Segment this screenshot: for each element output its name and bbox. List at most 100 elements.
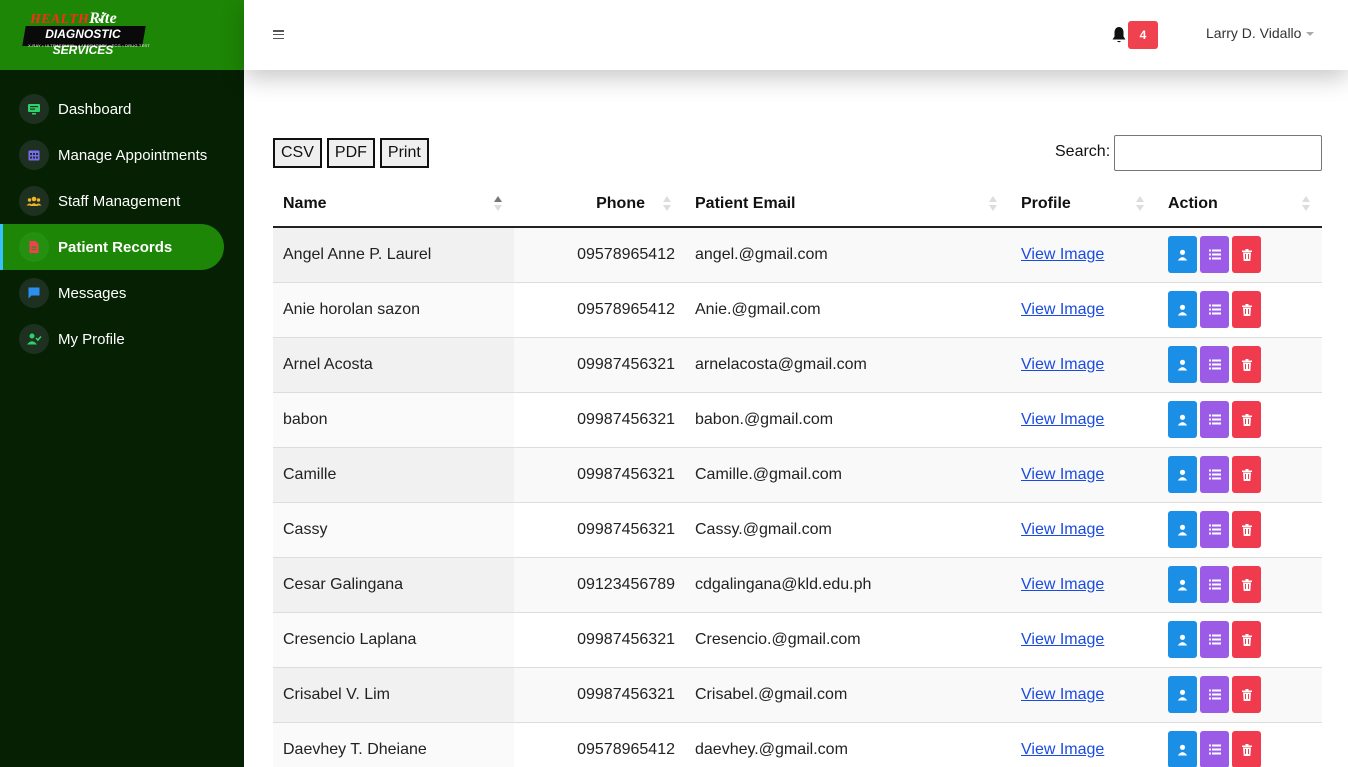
delete-button[interactable]	[1232, 511, 1261, 548]
sidebar-item-messages[interactable]: Messages	[0, 270, 224, 316]
notification-badge[interactable]: 4	[1128, 21, 1158, 49]
brand-logo[interactable]: HEALTHRite ✓ DIAGNOSTIC SERVICES X-RAY •…	[22, 10, 150, 57]
view-image-link[interactable]: View Image	[1021, 466, 1104, 483]
list-icon	[1208, 359, 1221, 370]
user-check-icon	[19, 324, 49, 354]
view-details-button[interactable]	[1200, 236, 1229, 274]
row-actions	[1168, 236, 1322, 274]
view-image-link[interactable]: View Image	[1021, 741, 1104, 758]
view-profile-button[interactable]	[1168, 291, 1197, 328]
view-profile-button[interactable]	[1168, 456, 1197, 493]
profile-cell: View Image	[1009, 337, 1156, 393]
user-icon	[1177, 249, 1188, 261]
delete-button[interactable]	[1232, 621, 1261, 658]
caret-down-icon	[1306, 32, 1315, 36]
view-profile-button[interactable]	[1168, 676, 1197, 713]
view-details-button[interactable]	[1200, 456, 1229, 493]
sort-icon	[989, 196, 997, 212]
user-menu[interactable]: Larry D. Vidallo	[1206, 25, 1315, 41]
view-image-link[interactable]: View Image	[1021, 301, 1104, 318]
col-header-email[interactable]: Patient Email	[683, 181, 1009, 228]
profile-cell: View Image	[1009, 227, 1156, 283]
delete-button[interactable]	[1232, 346, 1261, 383]
delete-button[interactable]	[1232, 566, 1261, 603]
search-label: Search:	[1055, 143, 1111, 160]
view-details-button[interactable]	[1200, 621, 1229, 658]
view-image-link[interactable]: View Image	[1021, 631, 1104, 648]
delete-button[interactable]	[1232, 676, 1261, 713]
list-icon	[1208, 414, 1221, 425]
pdf-button[interactable]: PDF	[326, 138, 375, 168]
col-header-phone[interactable]: Phone	[514, 181, 683, 228]
view-profile-button[interactable]	[1168, 731, 1197, 767]
delete-button[interactable]	[1232, 291, 1261, 328]
sort-icon	[1302, 196, 1310, 212]
brand-bar: HEALTHRite ✓ DIAGNOSTIC SERVICES X-RAY •…	[0, 0, 244, 70]
row-actions	[1168, 456, 1322, 493]
sort-asc-icon	[494, 196, 502, 212]
sidebar-nav: Dashboard Manage Appointments Staff Manage…	[0, 86, 244, 362]
delete-button[interactable]	[1232, 456, 1261, 493]
trash-icon	[1241, 578, 1252, 591]
sidebar-item-label: Messages	[58, 284, 127, 302]
phone-cell: 09123456789	[514, 557, 683, 613]
view-image-link[interactable]: View Image	[1021, 356, 1104, 373]
view-details-button[interactable]	[1200, 291, 1229, 328]
print-button[interactable]: Print	[379, 138, 429, 168]
action-cell	[1156, 667, 1322, 723]
view-image-link[interactable]: View Image	[1021, 576, 1104, 593]
delete-button[interactable]	[1232, 731, 1261, 767]
hamburger-icon[interactable]	[273, 30, 284, 39]
view-details-button[interactable]	[1200, 401, 1229, 438]
view-image-link[interactable]: View Image	[1021, 686, 1104, 703]
trash-icon	[1241, 358, 1252, 371]
sidebar-item-patient-records[interactable]: Patient Records	[0, 224, 224, 270]
view-image-link[interactable]: View Image	[1021, 521, 1104, 538]
view-profile-button[interactable]	[1168, 401, 1197, 438]
patient-name-cell: Anie horolan sazon	[273, 282, 514, 338]
col-header-action[interactable]: Action	[1156, 181, 1322, 228]
sidebar-item-manage-appointments[interactable]: Manage Appointments	[0, 132, 224, 178]
list-icon	[1208, 249, 1221, 260]
search-input[interactable]	[1114, 135, 1322, 171]
delete-button[interactable]	[1232, 401, 1261, 438]
patient-name-cell: Cassy	[273, 502, 514, 558]
bell-icon[interactable]	[1111, 26, 1127, 44]
patient-name-cell: Crisabel V. Lim	[273, 667, 514, 723]
view-profile-button[interactable]	[1168, 346, 1197, 383]
view-details-button[interactable]	[1200, 566, 1229, 603]
patient-name-cell: Camille	[273, 447, 514, 503]
user-icon	[1177, 524, 1188, 536]
view-details-button[interactable]	[1200, 346, 1229, 383]
view-details-button[interactable]	[1200, 731, 1229, 767]
action-cell	[1156, 337, 1322, 393]
list-icon	[1208, 579, 1221, 590]
sidebar-item-staff-management[interactable]: Staff Management	[0, 178, 224, 224]
view-details-button[interactable]	[1200, 511, 1229, 548]
row-actions	[1168, 291, 1322, 328]
view-profile-button[interactable]	[1168, 236, 1197, 274]
user-icon	[1177, 689, 1188, 701]
user-icon	[1177, 414, 1188, 426]
view-image-link[interactable]: View Image	[1021, 411, 1104, 428]
table-header-row: Name Phone Patient Email Profile Action	[273, 181, 1322, 228]
delete-button[interactable]	[1232, 236, 1261, 274]
table-row: Anie horolan sazon 09578965412 Anie.@gmail…	[273, 282, 1322, 338]
sidebar-item-my-profile[interactable]: My Profile	[0, 316, 224, 362]
sidebar-item-dashboard[interactable]: Dashboard	[0, 86, 224, 132]
csv-button[interactable]: CSV	[273, 138, 322, 168]
user-icon	[1177, 744, 1188, 756]
col-header-profile[interactable]: Profile	[1009, 181, 1156, 228]
profile-cell: View Image	[1009, 612, 1156, 668]
row-actions	[1168, 346, 1322, 383]
view-profile-button[interactable]	[1168, 511, 1197, 548]
view-image-link[interactable]: View Image	[1021, 246, 1104, 263]
monitor-icon	[19, 94, 49, 124]
view-details-button[interactable]	[1200, 676, 1229, 713]
phone-cell: 09987456321	[514, 667, 683, 723]
sidebar-item-label: Staff Management	[58, 192, 181, 210]
view-profile-button[interactable]	[1168, 621, 1197, 658]
view-profile-button[interactable]	[1168, 566, 1197, 603]
col-header-name[interactable]: Name	[273, 181, 514, 228]
phone-cell: 09987456321	[514, 502, 683, 558]
